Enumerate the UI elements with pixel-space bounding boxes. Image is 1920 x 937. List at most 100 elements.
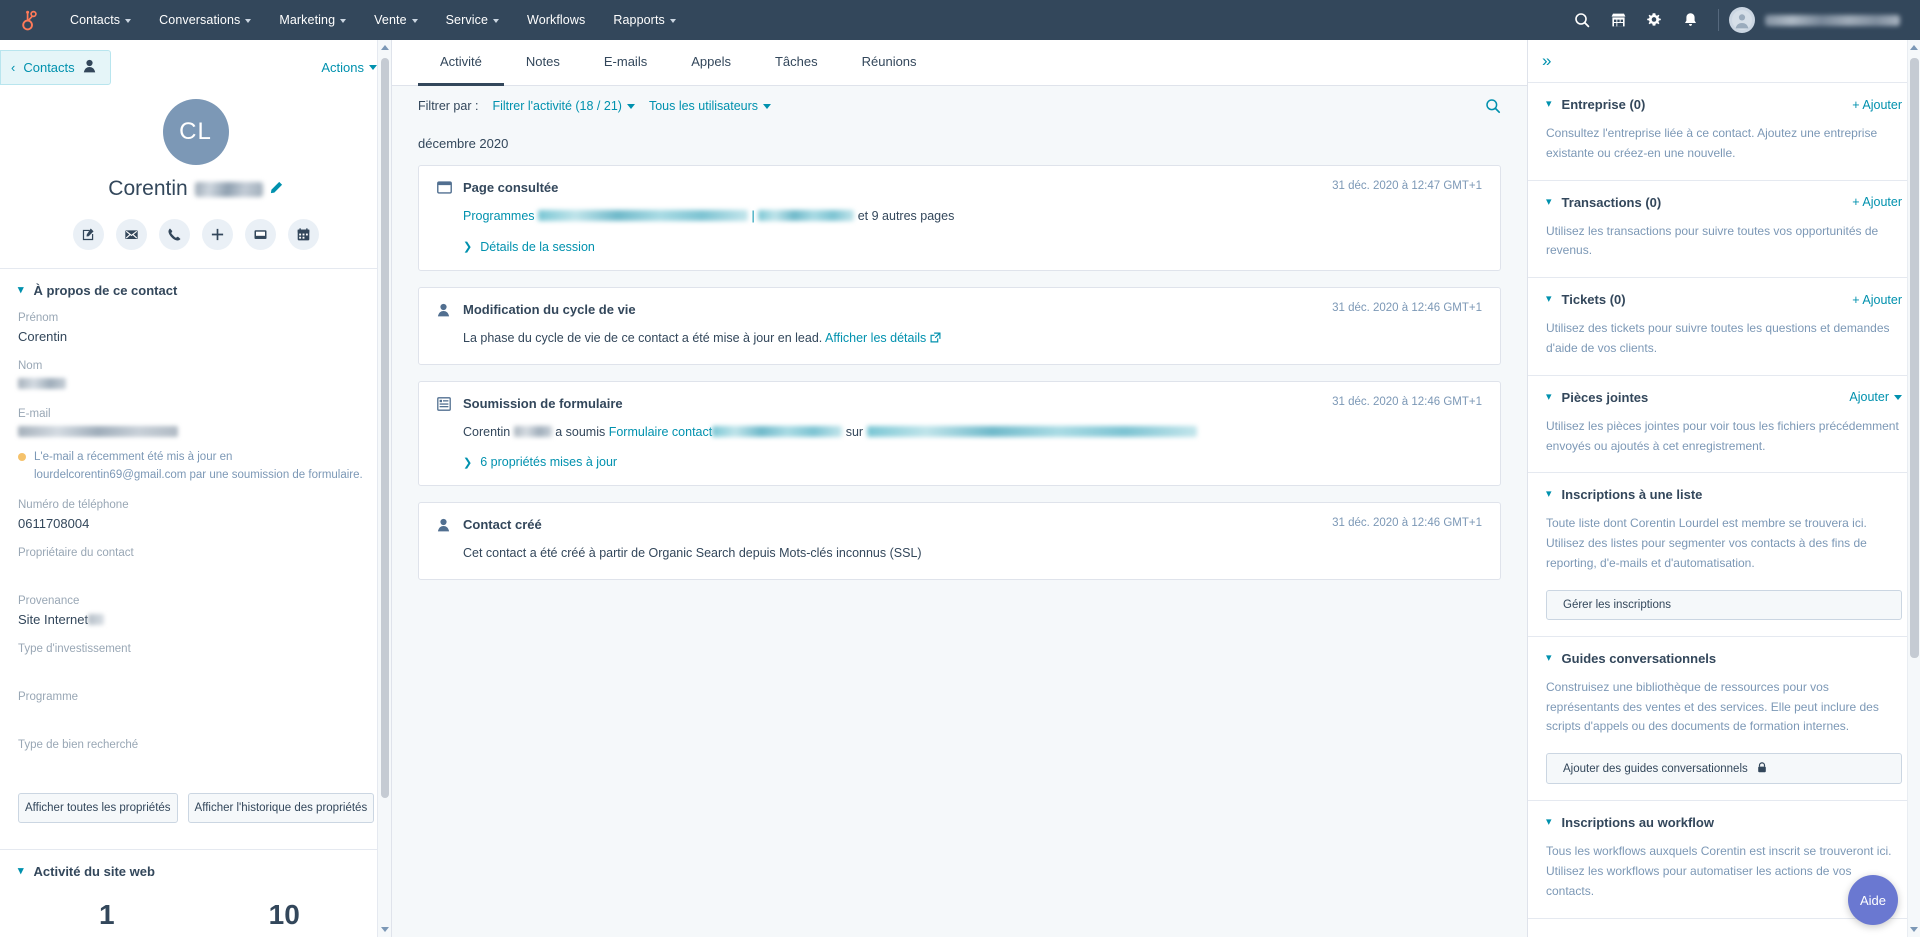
- account-name-redacted[interactable]: [1765, 14, 1900, 26]
- property-value[interactable]: [18, 708, 373, 725]
- nav-item-contacts[interactable]: Contacts: [56, 0, 145, 40]
- nav-item-conversations[interactable]: Conversations: [145, 0, 265, 40]
- property-value[interactable]: [18, 756, 373, 773]
- nav-item-vente[interactable]: Vente: [360, 0, 431, 40]
- tab-emails[interactable]: E-mails: [582, 40, 669, 86]
- create-task-button[interactable]: [244, 219, 276, 250]
- property-value[interactable]: 0611708004: [18, 516, 373, 533]
- collapse-bar: »: [1528, 40, 1920, 83]
- section-header[interactable]: ▾ Guides conversationnels: [1546, 651, 1902, 666]
- activity-tabs: Activité Notes E-mails Appels Tâches Réu…: [392, 40, 1527, 86]
- scroll-up-arrow-icon[interactable]: [1910, 45, 1918, 50]
- stat-value: 1: [98, 898, 115, 930]
- add-company-link[interactable]: + Ajouter: [1852, 98, 1902, 112]
- add-deal-link[interactable]: + Ajouter: [1852, 195, 1902, 209]
- back-to-contacts-button[interactable]: ‹ Contacts: [0, 50, 111, 85]
- tab-appels[interactable]: Appels: [669, 40, 753, 86]
- property-label: Numéro de téléphone: [18, 498, 129, 511]
- manage-list-memberships-button[interactable]: Gérer les inscriptions: [1546, 589, 1902, 620]
- left-sidebar-scrollbar[interactable]: [377, 40, 391, 937]
- card-timestamp: 31 déc. 2020 à 12:46 GMT+1: [1332, 517, 1482, 530]
- property-value[interactable]: [18, 564, 373, 581]
- section-inscriptions-liste: ▾ Inscriptions à une liste Toute liste d…: [1528, 473, 1920, 637]
- property-value[interactable]: [18, 425, 373, 442]
- page-link[interactable]: Programmes: [463, 209, 535, 223]
- section-guides-conversationnels: ▾ Guides conversationnels Construisez un…: [1528, 637, 1920, 802]
- nav-item-marketing[interactable]: Marketing: [265, 0, 360, 40]
- actions-dropdown[interactable]: Actions: [321, 60, 377, 75]
- card-timestamp: 31 déc. 2020 à 12:47 GMT+1: [1332, 180, 1482, 192]
- activity-card-form-submission: Soumission de formulaire 31 déc. 2020 à …: [418, 380, 1501, 487]
- tab-reunions[interactable]: Réunions: [840, 40, 939, 86]
- scrollbar-thumb[interactable]: [381, 58, 389, 798]
- property-value[interactable]: Corentin: [18, 329, 373, 346]
- section-header[interactable]: ▾ Entreprise (0) + Ajouter: [1546, 97, 1902, 112]
- section-header[interactable]: ▾ Pièces jointes Ajouter: [1546, 390, 1902, 405]
- website-activity-header[interactable]: ▾ Activité du site web: [18, 864, 373, 879]
- scrollbar-thumb[interactable]: [1910, 58, 1919, 658]
- form-link[interactable]: Formulaire contact: [609, 425, 713, 439]
- call-button[interactable]: [158, 219, 190, 250]
- contact-avatar: CL: [162, 99, 229, 165]
- tab-activite[interactable]: Activité: [418, 40, 504, 86]
- section-title: Tickets (0): [1561, 292, 1626, 308]
- about-section-header[interactable]: ▾ À propos de ce contact: [18, 283, 373, 298]
- user-filter-dropdown[interactable]: Tous les utilisateurs: [649, 99, 772, 113]
- website-activity-title: Activité du site web: [33, 863, 155, 879]
- chevron-double-right-icon[interactable]: »: [1542, 50, 1570, 72]
- show-property-history-button[interactable]: Afficher l'historique des propriétés: [187, 792, 375, 823]
- redacted-form-name: [712, 425, 843, 437]
- nav-item-label: Rapports: [613, 13, 665, 27]
- marketplace-icon[interactable]: [1600, 0, 1636, 40]
- section-title: Transactions (0): [1561, 194, 1662, 210]
- timeline-month-heading: décembre 2020: [418, 136, 509, 151]
- property-label: Nom: [18, 360, 43, 372]
- page-body: ‹ Contacts Actions CL Corentin ▾ À propo…: [0, 40, 1920, 937]
- more-actions-button[interactable]: [201, 219, 233, 250]
- scroll-down-arrow-icon[interactable]: [381, 927, 389, 932]
- search-icon[interactable]: [1564, 0, 1600, 40]
- show-all-properties-button[interactable]: Afficher toutes les propriétés: [18, 792, 178, 823]
- avatar[interactable]: [1729, 7, 1755, 33]
- nav-item-label: Contacts: [70, 13, 121, 27]
- view-details-link[interactable]: Afficher les détails: [825, 331, 926, 345]
- section-title: Inscriptions au workflow: [1561, 815, 1714, 831]
- property-value[interactable]: [18, 660, 373, 677]
- add-playbooks-button[interactable]: Ajouter des guides conversationnels: [1546, 753, 1902, 785]
- activity-filter-dropdown[interactable]: Filtrer l'activité (18 / 21): [492, 99, 635, 113]
- add-ticket-link[interactable]: + Ajouter: [1852, 293, 1902, 307]
- gear-icon[interactable]: [1636, 0, 1672, 40]
- section-header[interactable]: ▾ Transactions (0) + Ajouter: [1546, 195, 1902, 210]
- help-button[interactable]: Aide: [1848, 875, 1898, 925]
- pencil-icon[interactable]: [270, 181, 283, 197]
- scroll-up-arrow-icon[interactable]: [381, 45, 389, 50]
- website-activity-stats: 1 VISITES DU SITE 10 PAGES CONSULTÉES: [18, 899, 373, 937]
- right-sidebar-scrollbar[interactable]: [1907, 40, 1920, 937]
- create-note-button[interactable]: [72, 219, 104, 250]
- section-header[interactable]: ▾ Tickets (0) + Ajouter: [1546, 292, 1902, 307]
- property-nom: Nom: [18, 360, 373, 394]
- bell-icon[interactable]: [1672, 0, 1708, 40]
- send-email-button[interactable]: [115, 219, 147, 250]
- tab-notes[interactable]: Notes: [504, 40, 582, 86]
- card-header: Contact créé 31 déc. 2020 à 12:46 GMT+1: [437, 517, 1482, 532]
- add-attachment-dropdown[interactable]: Ajouter: [1849, 390, 1902, 404]
- section-header[interactable]: ▾ Inscriptions à une liste: [1546, 487, 1902, 502]
- section-header[interactable]: ▾ Inscriptions au workflow: [1546, 815, 1902, 830]
- session-details-expander[interactable]: ❯ Détails de la session: [437, 240, 1482, 254]
- scroll-down-arrow-icon[interactable]: [1910, 927, 1918, 932]
- schedule-meeting-button[interactable]: [287, 219, 319, 250]
- properties-updated-expander[interactable]: ❯ 6 propriétés mises à jour: [437, 455, 1482, 469]
- chevron-down-icon: ▾: [1546, 816, 1552, 829]
- nav-item-workflows[interactable]: Workflows: [513, 0, 599, 40]
- additional-pages-text: et 9 autres pages: [857, 209, 955, 223]
- tab-taches[interactable]: Tâches: [753, 40, 840, 86]
- hubspot-sprocket-icon[interactable]: [14, 6, 42, 34]
- search-icon[interactable]: [1485, 98, 1501, 114]
- chevron-down-icon: [493, 19, 500, 23]
- property-value[interactable]: Site Internet: [18, 612, 373, 629]
- property-value[interactable]: [18, 377, 373, 394]
- nav-item-rapports[interactable]: Rapports: [599, 0, 690, 40]
- section-title: Inscriptions à une liste: [1561, 487, 1703, 503]
- nav-item-service[interactable]: Service: [432, 0, 513, 40]
